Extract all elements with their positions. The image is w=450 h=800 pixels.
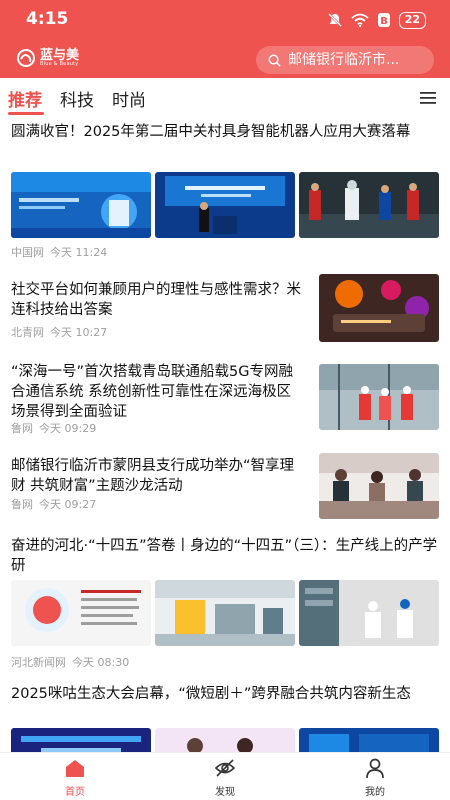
news-meta: 鲁网 今天 09:29 [11,420,96,436]
news-item[interactable]: “深海一号”首次搭载青岛联通船载5G专网融合通信系统 系统创新性可靠性在深远海极… [0,362,450,446]
menu-icon[interactable] [420,91,436,105]
news-source: 中国网 [11,246,44,259]
news-meta: 北青网 今天 10:27 [11,324,107,340]
status-time: 4:15 [26,9,69,29]
nav-profile-label: 我的 [365,787,385,798]
search-input[interactable] [288,52,436,68]
news-source: 鲁网 [11,498,33,511]
news-thumbnail [319,274,439,342]
news-title: 邮储银行临沂市蒙阴县支行成功举办“智享理财 共筑财富”主题沙龙活动 [11,458,295,494]
logo-icon [17,49,35,67]
news-time: 今天 08:30 [72,656,130,669]
status-bar: 4:15 B 22 [0,0,450,40]
wifi-icon [351,13,369,28]
battery-indicator: 22 [398,11,426,29]
news-thumbnail [319,364,439,430]
active-tab-indicator [8,112,44,115]
bottom-navigation: 首页 发现 我的 [0,752,450,800]
tab-fashion[interactable]: 时尚 [112,86,146,111]
search-icon [268,54,281,67]
news-source: 北青网 [11,326,44,339]
tab-tech[interactable]: 科技 [60,86,94,111]
news-thumbnail [299,172,439,238]
nav-discover-label: 发现 [215,787,235,798]
news-source: 鲁网 [11,422,33,435]
logo-tagline: Blue & Beauty [40,61,79,67]
news-item[interactable]: 社交平台如何兼顾用户的理性与感性需求？米连科技给出答案 北青网 今天 10:27 [0,274,450,360]
news-source: 河北新闻网 [11,656,66,669]
news-title: 2025咪咕生态大会启幕，“微短剧＋”跨界融合共筑内容新生态 [11,686,411,702]
app-header: 4:15 B 22 蓝与美 Blue & Beauty 邮储银行临沂市... [0,0,450,78]
search-bar[interactable] [256,46,436,74]
home-icon [66,760,84,777]
news-title: “深海一号”首次搭载青岛联通船载5G专网融合通信系统 系统创新性可靠性在深远海极… [11,364,293,420]
news-title: 奋进的河北·“十四五”答卷丨身边的“十四五”（三）：生产线上的产学研 [11,538,438,574]
news-time: 今天 09:27 [39,498,97,511]
news-meta: 河北新闻网 今天 08:30 [11,654,129,670]
news-thumbnail [319,453,439,519]
category-tabs: 推荐 科技 时尚 [0,82,450,116]
app-logo[interactable]: 蓝与美 Blue & Beauty [16,48,79,68]
news-item[interactable]: 2025咪咕生态大会启幕，“微短剧＋”跨界融合共筑内容新生态 [0,684,450,752]
news-thumbnail [299,580,439,646]
news-time: 今天 10:27 [50,326,108,339]
news-thumbnail [155,728,295,752]
nav-discover[interactable]: 发现 [185,757,265,799]
news-thumbnail [11,580,151,646]
news-feed: 圆满收官！2025年第二届中关村具身智能机器人应用大赛落幕 中国网 今天 11:… [0,116,450,752]
discover-icon [214,759,236,777]
tab-recommend[interactable]: 推荐 [8,86,42,111]
news-item[interactable]: 邮储银行临沂市蒙阴县支行成功举办“智享理财 共筑财富”主题沙龙活动 鲁网 今天 … [0,453,450,534]
system-icons: B 22 [327,11,426,29]
nav-home-label: 首页 [65,787,85,798]
news-thumbnail [11,728,151,752]
news-item[interactable]: 奋进的河北·“十四五”答卷丨身边的“十四五”（三）：生产线上的产学研 河北新闻网… [0,536,450,672]
news-thumbnail [299,728,439,752]
nav-home[interactable]: 首页 [35,757,115,799]
nav-profile[interactable]: 我的 [335,757,415,799]
news-title: 社交平台如何兼顾用户的理性与感性需求？米连科技给出答案 [11,282,301,318]
news-thumbnail [155,580,295,646]
svg-text:B: B [380,16,388,27]
news-meta: 中国网 今天 11:24 [11,244,107,260]
news-time: 今天 09:29 [39,422,97,435]
mute-icon [327,13,342,27]
news-thumbnail [155,172,295,238]
user-icon [366,758,384,779]
news-time: 今天 11:24 [50,246,108,259]
news-item[interactable]: 圆满收官！2025年第二届中关村具身智能机器人应用大赛落幕 中国网 今天 11:… [0,122,450,260]
data-icon: B [377,13,390,27]
news-title: 圆满收官！2025年第二届中关村具身智能机器人应用大赛落幕 [11,124,411,140]
news-thumbnail [11,172,151,238]
news-meta: 鲁网 今天 09:27 [11,496,96,512]
